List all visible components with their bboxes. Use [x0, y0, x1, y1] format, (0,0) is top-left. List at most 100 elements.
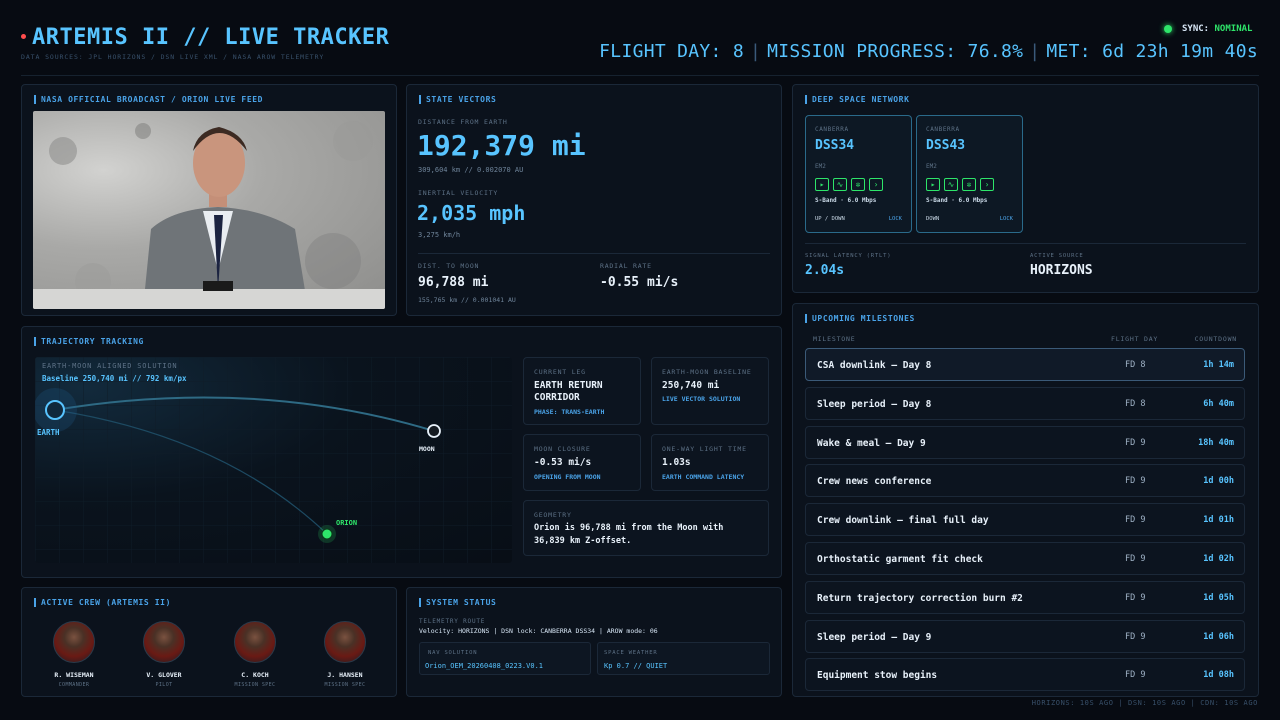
mission-elapsed-time: MET: 6d 23h 19m 40s	[1046, 41, 1258, 62]
milestone-countdown: 1d 06h	[1203, 631, 1234, 642]
distance-value: 192,379 mi	[417, 129, 586, 162]
baseline-value: 250,740 mi	[662, 380, 720, 391]
flight-day: FLIGHT DAY: 8	[599, 41, 744, 62]
crew-role: MISSION SPEC	[324, 682, 366, 688]
radial-rate-label: RADIAL RATE	[600, 262, 652, 270]
avatar	[234, 621, 276, 663]
header-divider	[21, 75, 1259, 76]
moon-closure-value: -0.53 mi/s	[534, 457, 592, 468]
trajectory-map	[35, 357, 512, 563]
live-video-feed[interactable]	[33, 111, 385, 309]
milestone-countdown: 18h 40m	[1198, 437, 1234, 448]
station-lock: LOCK	[999, 216, 1013, 222]
col-flight-day: FLIGHT DAY	[1111, 335, 1159, 343]
gear-icon: ✲	[851, 178, 865, 191]
route-value: Velocity: HORIZONS | DSN lock: CANBERRA …	[419, 627, 658, 635]
milestone-flight-day: FD 9	[1125, 476, 1146, 487]
light-time-label: ONE-WAY LIGHT TIME	[662, 445, 747, 453]
milestone-row[interactable]: Orthostatic garment fit check FD 9 1d 02h	[805, 542, 1245, 575]
current-leg-card: CURRENT LEG EARTH RETURN CORRIDOR PHASE:…	[523, 357, 641, 425]
baseline-caption: Baseline 250,740 mi // 792 km/px	[42, 374, 187, 383]
separator: |	[1029, 41, 1041, 62]
milestone-name: Equipment stow begins	[817, 670, 938, 682]
crew-member[interactable]: R. WISEMAN COMMANDER	[34, 621, 114, 688]
crew-name: C. KOCH	[241, 671, 269, 679]
milestone-row[interactable]: Crew downlink — final full day FD 9 1d 01h	[805, 503, 1245, 537]
moon-distance-sub: 155,765 km // 0.001041 AU	[418, 296, 516, 304]
milestone-flight-day: FD 9	[1125, 437, 1146, 448]
milestone-countdown: 1d 08h	[1203, 670, 1234, 681]
moon-distance-label: DIST. TO MOON	[418, 262, 480, 270]
nav-solution-box: NAV SOLUTION Orion_OEM_20260408_0223.V0.…	[419, 642, 591, 675]
milestones-title: UPCOMING MILESTONES	[805, 314, 915, 323]
system-status-panel: SYSTEM STATUS TELEMETRY ROUTE Velocity: …	[406, 587, 782, 697]
station-direction: UP / DOWN	[815, 216, 845, 222]
moon-marker	[427, 424, 441, 438]
milestone-name: Crew downlink — final full day	[817, 515, 989, 527]
distance-label: DISTANCE FROM EARTH	[418, 118, 508, 126]
velocity-sub: 3,275 km/h	[418, 231, 461, 239]
sync-status-dot	[1164, 25, 1172, 33]
milestone-row[interactable]: Sleep period — Day 8 FD 8 6h 40m	[805, 386, 1245, 420]
crew-name: R. WISEMAN	[54, 671, 94, 679]
milestone-row[interactable]: CSA downlink — Day 8 FD 8 1h 14m	[805, 348, 1245, 381]
gear-icon: ✲	[962, 178, 976, 191]
milestone-countdown: 1h 14m	[1203, 360, 1234, 370]
station-target: EM2	[815, 163, 826, 170]
geometry-value: Orion is 96,788 mi from the Moon with 36…	[534, 523, 724, 546]
current-leg-caption: PHASE: TRANS-EARTH	[534, 408, 605, 416]
milestone-row[interactable]: Sleep period — Day 9 FD 9 1d 06h	[805, 619, 1245, 653]
avatar	[143, 621, 185, 663]
weather-label: SPACE WEATHER	[604, 650, 658, 656]
station-lock: LOCK	[888, 216, 902, 222]
separator: |	[749, 41, 762, 62]
dsn-title: DEEP SPACE NETWORK	[805, 95, 910, 104]
crew-name: J. HANSEN	[327, 671, 363, 679]
crew-member[interactable]: J. HANSEN MISSION SPEC	[305, 621, 385, 688]
dsn-station-card[interactable]: CANBERRA DSS43 EM2 ▸ ∿ ✲ › S-Band · 6.0 Mbp…	[916, 115, 1023, 233]
moon-closure-card: MOON CLOSURE -0.53 mi/s OPENING FROM MOO…	[523, 434, 641, 491]
milestone-row[interactable]: Crew news conference FD 9 1d 00h	[805, 464, 1245, 498]
milestone-row[interactable]: Equipment stow begins FD 9 1d 08h	[805, 658, 1245, 692]
milestone-countdown: 1d 01h	[1203, 515, 1234, 526]
crew-panel: ACTIVE CREW (ARTEMIS II) R. WISEMAN COMM…	[21, 587, 397, 697]
milestone-row[interactable]: Return trajectory correction burn #2 FD 9…	[805, 580, 1245, 614]
divider	[418, 253, 770, 254]
crew-role: COMMANDER	[58, 682, 90, 688]
earth-marker	[45, 400, 65, 420]
crew-member[interactable]: V. GLOVER PILOT	[124, 621, 204, 688]
velocity-value: 2,035 mph	[417, 201, 526, 225]
latency-label: SIGNAL LATENCY (RTLT)	[805, 253, 892, 259]
system-status-title: SYSTEM STATUS	[419, 598, 496, 607]
source-freshness-footer: HORIZONS: 10S AGO | DSN: 10S AGO | CDN: …	[1031, 699, 1258, 707]
velocity-label: INERTIAL VELOCITY	[418, 189, 499, 197]
milestone-countdown: 1d 02h	[1203, 554, 1234, 564]
milestone-name: Wake & meal — Day 9	[817, 437, 926, 449]
nav-value: Orion_OEM_20260408_0223.V0.1	[425, 662, 544, 670]
milestone-flight-day: FD 9	[1125, 554, 1146, 564]
divider	[805, 243, 1246, 244]
milestone-flight-day: FD 9	[1125, 631, 1146, 642]
station-location: CANBERRA	[926, 126, 960, 133]
active-source-value: HORIZONS	[1030, 263, 1093, 278]
signal-icon: ∿	[833, 178, 847, 191]
sync-status: SYNC: NOMINAL	[1182, 24, 1252, 34]
sync-label: SYNC:	[1182, 24, 1210, 34]
milestone-countdown: 1d 00h	[1203, 476, 1234, 487]
baseline-label: EARTH-MOON BASELINE	[662, 368, 752, 376]
light-time-caption: EARTH COMMAND LATENCY	[662, 473, 745, 481]
radial-rate-value: -0.55 mi/s	[600, 275, 679, 290]
milestone-name: Sleep period — Day 8	[817, 398, 932, 410]
station-target: EM2	[926, 163, 937, 170]
orion-marker	[321, 528, 333, 540]
trajectory-plot[interactable]: EARTH-MOON ALIGNED SOLUTION Baseline 250…	[35, 357, 512, 563]
col-countdown: COUNTDOWN	[1194, 335, 1237, 343]
sync-value: NOMINAL	[1214, 24, 1253, 34]
trajectory-title: TRAJECTORY TRACKING	[34, 337, 144, 346]
crew-member[interactable]: C. KOCH MISSION SPEC	[215, 621, 295, 688]
dsn-station-card[interactable]: CANBERRA DSS34 EM2 ▸ ∿ ✲ › S-Band · 6.0 Mbp…	[805, 115, 912, 233]
weather-value: Kp 0.7 // QUIET	[604, 662, 668, 670]
milestone-row[interactable]: Wake & meal — Day 9 FD 9 18h 40m	[805, 425, 1245, 459]
milestone-name: Crew news conference	[817, 476, 932, 488]
mission-status-line: FLIGHT DAY: 8 | MISSION PROGRESS: 76.8% | ME…	[599, 41, 1258, 62]
